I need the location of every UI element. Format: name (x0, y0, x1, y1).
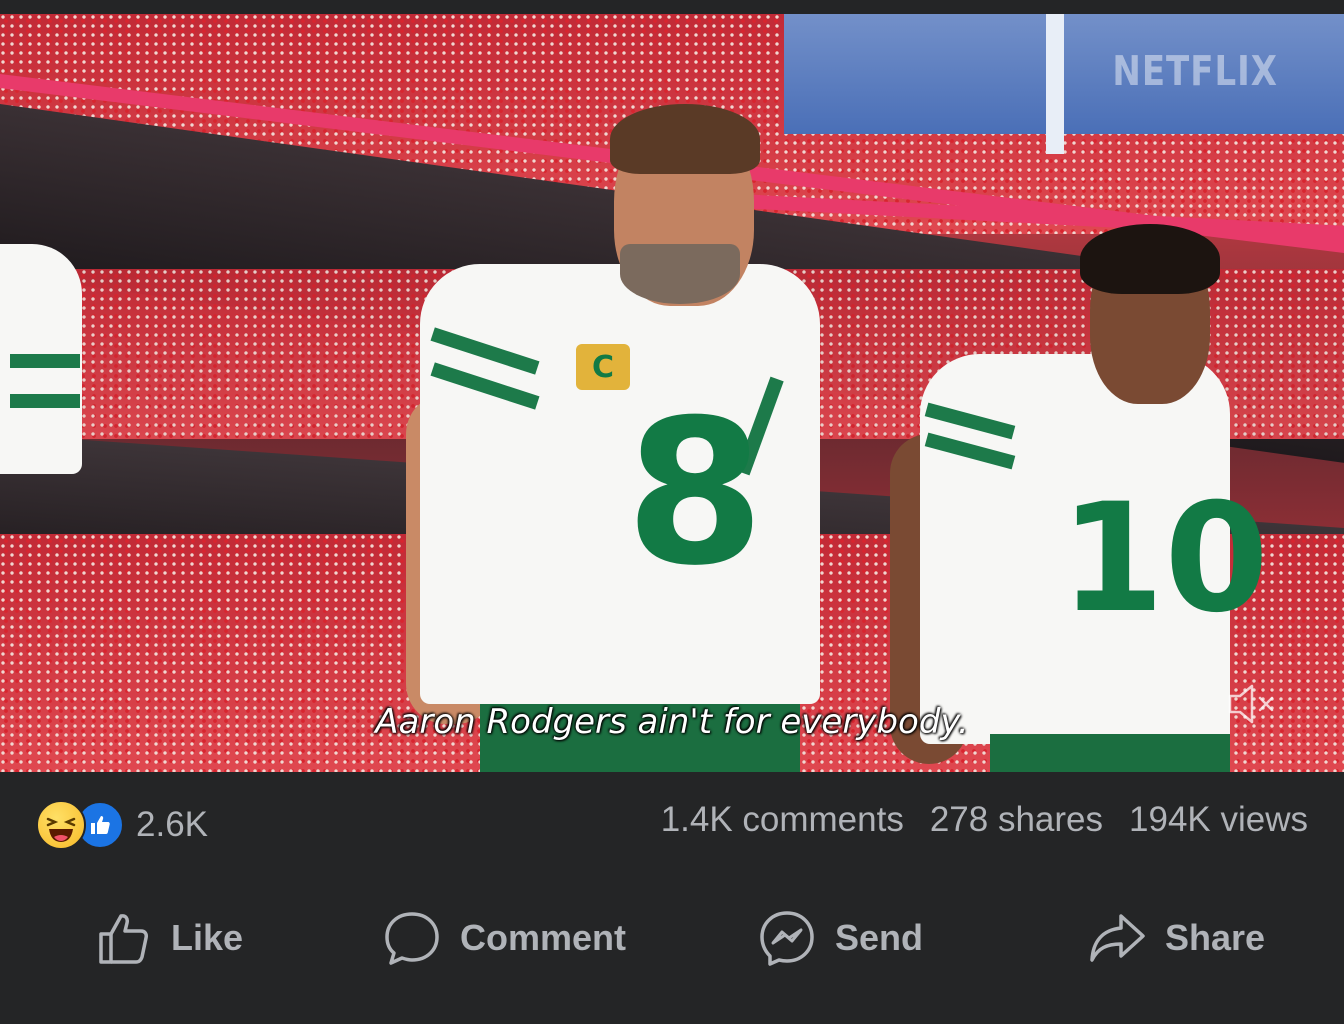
share-label: Share (1164, 917, 1266, 958)
thumbs-up-icon (99, 914, 148, 964)
video-subtitle: Aaron Rodgers ain't for everybody. (375, 702, 969, 742)
jersey-number-8: 8 (625, 377, 765, 610)
reactions-summary[interactable]: 2.6K (36, 800, 208, 850)
player-number-10: 10 (890, 214, 1269, 772)
comment-button[interactable]: Comment (336, 876, 672, 1000)
player-number-8: C 8 (400, 94, 830, 772)
jersey-number-10: 10 (1060, 472, 1269, 646)
haha-reaction-icon (36, 800, 86, 850)
messenger-icon (760, 911, 814, 966)
player-left-edge (0, 244, 90, 504)
like-button[interactable]: Like (0, 876, 336, 1000)
post-action-bar: Like Comment Send Share (0, 876, 1344, 1000)
video-player[interactable]: NETFLIX C 8 10 Aaron Rodgers ain't for e… (0, 14, 1344, 772)
like-label: Like (170, 917, 244, 958)
views-count: 194K views (1129, 800, 1308, 839)
post-stats-row: 2.6K 1.4K comments 278 shares 194K views (0, 772, 1344, 876)
top-bar (0, 0, 1344, 14)
send-button[interactable]: Send (672, 876, 1008, 1000)
captain-patch: C (591, 349, 615, 385)
reaction-count: 2.6K (136, 805, 208, 844)
comments-count[interactable]: 1.4K comments (661, 800, 904, 840)
netflix-watermark: NETFLIX (1112, 48, 1278, 96)
send-label: Send (834, 917, 923, 958)
comment-label: Comment (459, 917, 626, 958)
speaker-muted-icon[interactable] (1220, 674, 1280, 734)
share-button[interactable]: Share (1008, 876, 1344, 1000)
speech-bubble-icon (385, 912, 439, 965)
shares-count[interactable]: 278 shares (930, 800, 1103, 840)
share-arrow-icon (1090, 914, 1145, 962)
